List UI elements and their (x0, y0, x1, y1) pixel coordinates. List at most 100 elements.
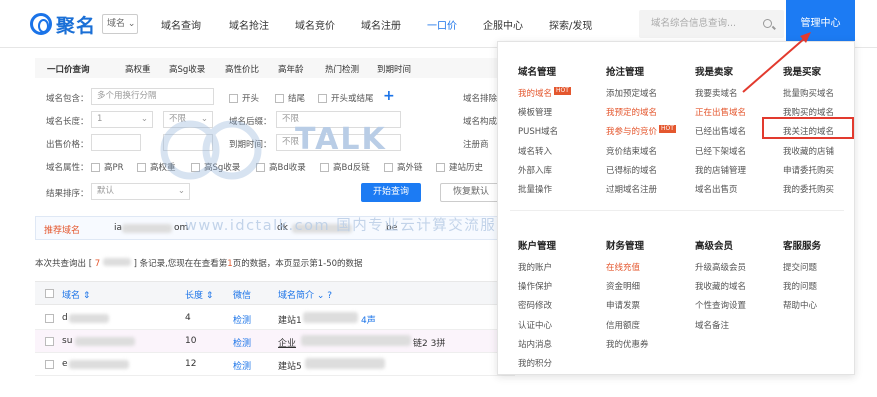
wechat-check-link[interactable]: 检测 (233, 359, 251, 372)
recommended-domain[interactable]: ia (114, 223, 122, 233)
nav-domain-query[interactable]: 域名查询 (161, 17, 201, 32)
attr-high-bd[interactable]: 高Bd收录 (256, 161, 306, 173)
menu-item[interactable]: 帮助中心 (783, 299, 817, 311)
domain-contains-input[interactable]: 多个用换行分隔 (91, 88, 214, 105)
select-all-checkbox[interactable] (45, 289, 54, 298)
row-checkbox[interactable] (45, 337, 54, 346)
reset-default-button[interactable]: 恢复默认 (440, 183, 502, 202)
menu-item[interactable]: 我的店铺管理 (695, 164, 746, 176)
menu-item[interactable]: 操作保护 (518, 280, 552, 292)
length-to-select[interactable]: 不限 ⌄ (163, 111, 213, 128)
menu-item[interactable]: 已得标的域名 (606, 164, 657, 176)
checkbox[interactable] (318, 94, 327, 103)
domain-cell[interactable]: d (62, 313, 68, 323)
domain-type-select[interactable]: 域名 ⌄ (102, 14, 138, 34)
menu-item[interactable]: 升级高级会员 (695, 261, 746, 273)
logo[interactable]: 聚名 (30, 12, 96, 37)
opt-end[interactable]: 结尾 (275, 92, 305, 104)
menu-item[interactable]: 密码修改 (518, 299, 552, 311)
checkbox[interactable] (275, 94, 284, 103)
attr-high-pr[interactable]: 高PR (91, 161, 124, 173)
menu-item[interactable]: 正在出售域名 (695, 106, 746, 118)
menu-item[interactable]: 站内消息 (518, 338, 552, 350)
menu-item[interactable]: 个性查询设置 (695, 299, 746, 311)
nav-explore[interactable]: 探索/发现 (549, 17, 592, 32)
nav-domain-register[interactable]: 域名注册 (361, 17, 401, 32)
menu-item[interactable]: 我的委托购买 (783, 183, 834, 195)
menu-item[interactable]: 申请委托购买 (783, 164, 834, 176)
menu-item[interactable]: 在线充值 (606, 261, 640, 273)
wechat-check-link[interactable]: 检测 (233, 313, 251, 326)
menu-item[interactable]: 提交问题 (783, 261, 817, 273)
menu-item[interactable]: PUSH域名 (518, 125, 558, 137)
tab-expire-time[interactable]: 到期时间 (377, 63, 411, 75)
search-icon[interactable] (763, 19, 772, 28)
attr-high-bd-backlink[interactable]: 高Bd反链 (320, 161, 370, 173)
tab-high-sg[interactable]: 高Sg收录 (169, 63, 205, 75)
tab-hot-check[interactable]: 热门检测 (325, 63, 359, 75)
menu-item[interactable]: 我的积分 (518, 357, 552, 369)
menu-item[interactable]: 我收藏的域名 (695, 280, 746, 292)
menu-item[interactable]: 添加预定域名 (606, 87, 657, 99)
price-from-input[interactable] (91, 134, 141, 151)
tab-high-age[interactable]: 高年龄 (278, 63, 304, 75)
menu-item[interactable]: 我的问题 (783, 280, 817, 292)
menu-item[interactable]: 批量购买域名 (783, 87, 834, 99)
menu-item[interactable]: 我的优惠券 (606, 338, 649, 350)
menu-item[interactable]: 我要卖域名 (695, 87, 738, 99)
menu-item[interactable]: 外部入库 (518, 164, 552, 176)
menu-item[interactable]: 批量操作 (518, 183, 552, 195)
checkbox[interactable] (229, 94, 238, 103)
col-intro[interactable]: 域名简介 ⌄ ? (278, 288, 332, 301)
length-from-select[interactable]: 1 ⌄ (91, 111, 153, 128)
opt-start[interactable]: 开头 (229, 92, 259, 104)
site-search-input[interactable]: 域名综合信息查询... (639, 10, 784, 38)
nav-fixed-price[interactable]: 一口价 (427, 17, 457, 32)
menu-item[interactable]: 域名出售页 (695, 183, 738, 195)
checkbox[interactable] (91, 163, 100, 172)
checkbox[interactable] (137, 163, 146, 172)
menu-item[interactable]: 我收藏的店铺 (783, 145, 834, 157)
tab-fixed-price-query[interactable]: 一口价查询 (47, 63, 90, 75)
tab-value[interactable]: 高性价比 (225, 63, 259, 75)
checkbox[interactable] (191, 163, 200, 172)
row-checkbox[interactable] (45, 360, 54, 369)
domain-cell[interactable]: su (62, 336, 72, 346)
nav-domain-snap[interactable]: 域名抢注 (229, 17, 269, 32)
opt-start-or-end[interactable]: 开头或结尾 (318, 92, 374, 104)
add-icon[interactable]: + (383, 88, 395, 104)
price-to-input[interactable] (163, 134, 213, 151)
menu-item[interactable]: 已经下架域名 (695, 145, 746, 157)
menu-item[interactable]: 认证中心 (518, 319, 552, 331)
menu-item[interactable]: 域名备注 (695, 319, 729, 331)
menu-item[interactable]: 申请发票 (606, 299, 640, 311)
wechat-check-link[interactable]: 检测 (233, 336, 251, 349)
menu-item[interactable]: 我预定的域名 (606, 106, 657, 118)
attr-high-outlink[interactable]: 高外链 (384, 161, 423, 173)
menu-item[interactable]: 模板管理 (518, 106, 552, 118)
col-length[interactable]: 长度 ⇕ (185, 288, 213, 301)
checkbox[interactable] (384, 163, 393, 172)
nav-domain-auction[interactable]: 域名竞价 (295, 17, 335, 32)
menu-item[interactable]: 资金明细 (606, 280, 640, 292)
menu-item[interactable]: 我的账户 (518, 261, 552, 273)
menu-item[interactable]: 信用额度 (606, 319, 640, 331)
checkbox[interactable] (436, 163, 445, 172)
row-checkbox[interactable] (45, 314, 54, 323)
menu-item[interactable]: 域名转入 (518, 145, 552, 157)
nav-enterprise[interactable]: 企服中心 (483, 17, 523, 32)
menu-item[interactable]: 已经出售域名 (695, 125, 746, 137)
start-query-button[interactable]: 开始查询 (361, 183, 421, 202)
tab-high-weight[interactable]: 高权重 (125, 63, 151, 75)
sort-select[interactable]: 默认 ⌄ (91, 183, 190, 200)
attr-high-weight[interactable]: 高权重 (137, 161, 176, 173)
attr-site-history[interactable]: 建站历史 (436, 161, 483, 173)
menu-item[interactable]: 我的域名 HOT (518, 87, 571, 99)
checkbox[interactable] (256, 163, 265, 172)
menu-item[interactable]: 过期域名注册 (606, 183, 657, 195)
checkbox[interactable] (320, 163, 329, 172)
menu-item[interactable]: 我参与的竞价 HOT (606, 125, 676, 137)
col-domain[interactable]: 域名 ⇕ (62, 288, 90, 301)
attr-high-sg[interactable]: 高Sg收录 (191, 161, 240, 173)
domain-cell[interactable]: e (62, 359, 68, 369)
